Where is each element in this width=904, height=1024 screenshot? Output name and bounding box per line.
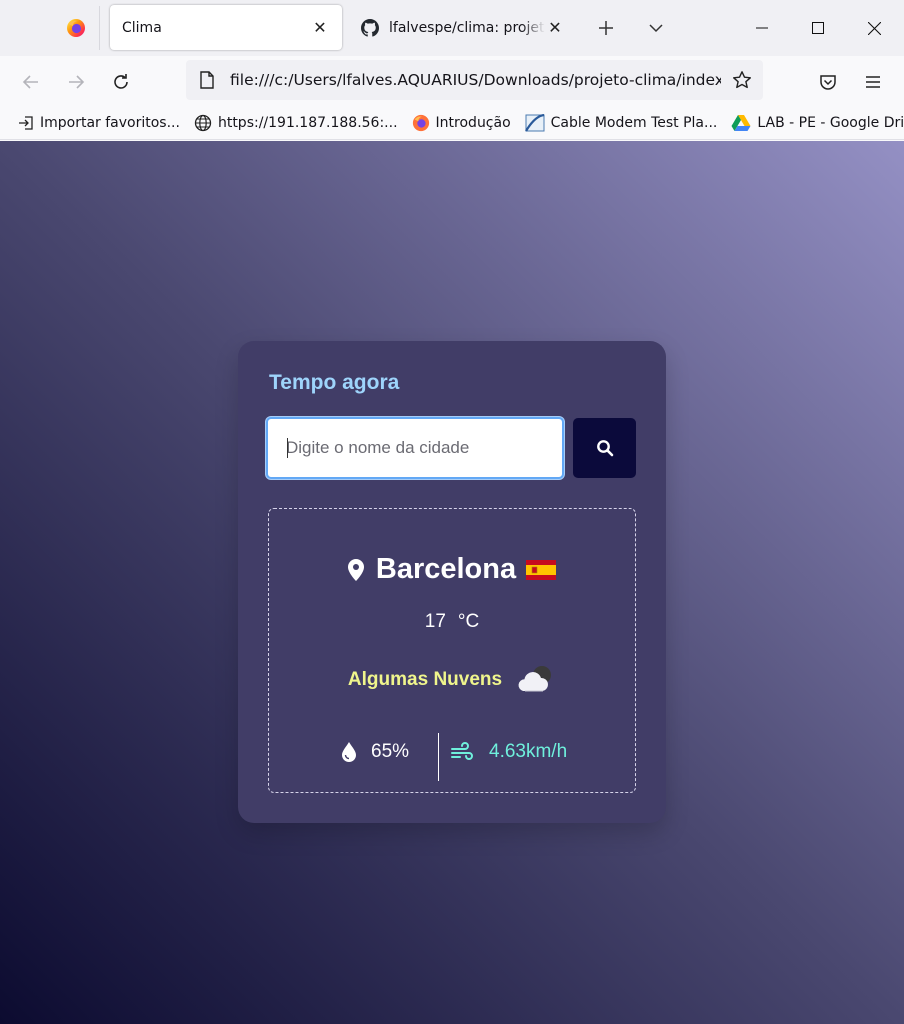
bookmark-google-drive[interactable]: LAB - PE - Google Drive — [725, 109, 904, 137]
close-tab-icon[interactable]: ✕ — [545, 18, 565, 38]
details-divider — [438, 733, 439, 781]
spain-flag-icon — [526, 559, 557, 580]
new-tab-button[interactable] — [588, 8, 624, 48]
back-button[interactable] — [13, 64, 49, 100]
weather-description: Algumas Nuvens — [347, 669, 503, 690]
wind-icon — [451, 742, 473, 760]
page-icon — [200, 71, 214, 89]
url-text[interactable]: file:///c:/Users/lfalves.AQUARIUS/Downlo… — [230, 71, 721, 89]
tab-strip: Clima ✕ lfalvespe/clima: projeto de ✕ — [0, 0, 904, 56]
location-pin-icon — [347, 558, 364, 581]
wind-item: 4.63km/h — [451, 741, 567, 763]
weather-result-panel: Barcelona 17 °C Algumas Nuvens 65% 4.63k… — [268, 508, 636, 793]
bookmark-label: Importar favoritos... — [40, 114, 180, 131]
tab-title: lfalvespe/clima: projeto de — [389, 19, 545, 36]
chevron-down-icon — [649, 24, 663, 33]
menu-button[interactable] — [855, 64, 891, 100]
weather-details-row: 65% 4.63km/h — [269, 731, 635, 781]
bookmark-label: https://191.187.188.56:... — [217, 114, 398, 131]
forward-arrow-icon — [69, 75, 85, 89]
description-row: Algumas Nuvens — [269, 663, 635, 697]
humidity-value: 65% — [371, 741, 410, 762]
bookmark-import[interactable]: Importar favoritos... — [12, 109, 186, 137]
bookmark-label: LAB - PE - Google Drive — [757, 114, 904, 131]
water-drop-icon — [342, 742, 356, 762]
maximize-icon — [812, 22, 824, 34]
humidity-item: 65% — [341, 741, 409, 763]
bookmark-introducao[interactable]: Introdução — [406, 109, 517, 137]
reload-icon — [114, 74, 128, 89]
reload-button[interactable] — [103, 64, 139, 100]
bookmark-star-icon[interactable] — [721, 60, 763, 100]
plus-icon — [599, 21, 613, 35]
temperature-value: 17 — [424, 611, 446, 632]
city-row: Barcelona — [269, 553, 635, 586]
text-cursor — [287, 438, 288, 458]
pocket-icon — [820, 75, 836, 90]
modem-icon — [524, 113, 545, 132]
bookmark-cable-modem[interactable]: Cable Modem Test Pla... — [519, 109, 724, 137]
bookmark-ip-address[interactable]: https://191.187.188.56:... — [188, 109, 404, 137]
maximize-button[interactable] — [790, 0, 846, 56]
bookmarks-toolbar: Importar favoritos... https://191.187.18… — [0, 106, 904, 140]
back-arrow-icon — [22, 75, 38, 89]
minimize-button[interactable] — [734, 0, 790, 56]
navigation-toolbar: file:///c:/Users/lfalves.AQUARIUS/Downlo… — [0, 56, 904, 106]
wind-value: 4.63km/h — [489, 741, 568, 762]
firefox-view-button[interactable] — [52, 6, 100, 50]
weather-card: Tempo agora Barcelona — [238, 341, 666, 823]
close-tab-icon[interactable]: ✕ — [310, 18, 330, 38]
minimize-icon — [756, 27, 768, 29]
pocket-button[interactable] — [810, 64, 846, 100]
firefox-icon — [412, 114, 429, 131]
close-window-button[interactable] — [846, 0, 902, 56]
few-clouds-night-icon — [518, 666, 552, 692]
globe-icon — [194, 114, 212, 131]
forward-button[interactable] — [58, 64, 94, 100]
tab-clima[interactable]: Clima ✕ — [110, 5, 342, 50]
tab-github[interactable]: lfalvespe/clima: projeto de ✕ — [349, 5, 577, 50]
url-bar[interactable]: file:///c:/Users/lfalves.AQUARIUS/Downlo… — [186, 60, 763, 100]
search-button[interactable] — [573, 418, 636, 478]
temperature-unit: °C — [457, 611, 480, 632]
github-icon — [361, 18, 379, 37]
page-viewport: Tempo agora Barcelona — [0, 141, 904, 1024]
bookmark-label: Introdução — [435, 114, 511, 131]
city-name: Barcelona — [375, 553, 517, 585]
tab-title: Clima — [122, 19, 162, 36]
list-tabs-button[interactable] — [638, 8, 674, 48]
app-title: Tempo agora — [269, 371, 400, 394]
search-icon — [596, 440, 613, 457]
temperature-row: 17 °C — [269, 611, 635, 633]
import-icon — [19, 115, 33, 130]
city-search-input[interactable] — [266, 417, 564, 479]
close-icon — [867, 21, 881, 35]
firefox-icon — [66, 19, 85, 37]
bookmark-label: Cable Modem Test Pla... — [550, 114, 718, 131]
google-drive-icon — [731, 114, 751, 131]
hamburger-menu-icon — [866, 76, 880, 88]
